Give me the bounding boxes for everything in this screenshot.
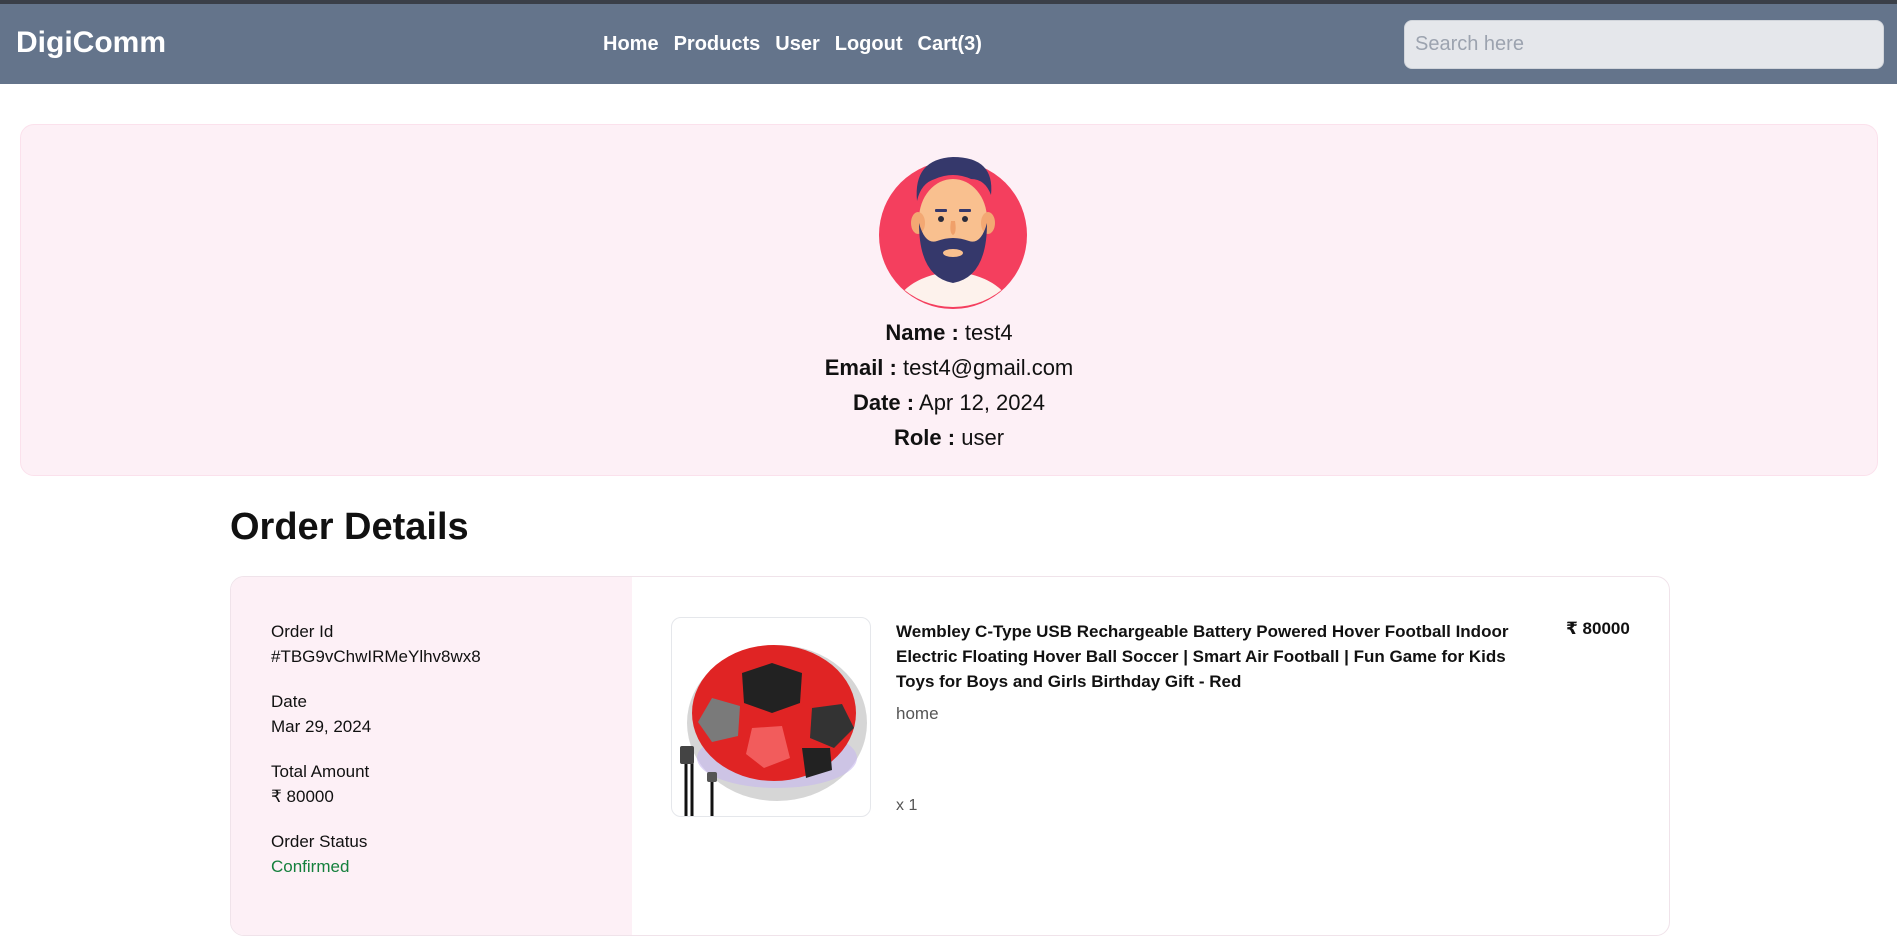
order-summary: Order Id #TBG9vChwIRMeYlhv8wx8 Date Mar … — [231, 577, 632, 935]
nav-link-home[interactable]: Home — [603, 33, 659, 56]
order-id-label: Order Id — [271, 622, 334, 641]
profile-date-row: Date : Apr 12, 2024 — [21, 385, 1877, 420]
profile-info: Name : test4 Email : test4@gmail.com Dat… — [21, 315, 1877, 455]
order-id-field: Order Id #TBG9vChwIRMeYlhv8wx8 — [271, 619, 481, 669]
profile-email-row: Email : test4@gmail.com — [21, 350, 1877, 385]
nav-link-cart[interactable]: Cart(3) — [918, 33, 982, 56]
nav-link-logout[interactable]: Logout — [835, 33, 903, 56]
order-total-value: ₹ 80000 — [271, 787, 334, 806]
profile-role-label: Role : — [893, 425, 956, 450]
order-total-field: Total Amount ₹ 80000 — [271, 759, 369, 809]
product-price: ₹ 80000 — [1566, 619, 1630, 638]
order-status-label: Order Status — [271, 832, 368, 851]
order-date-value: Mar 29, 2024 — [271, 717, 372, 736]
hover-football-icon — [680, 645, 867, 816]
product-title[interactable]: Wembley C-Type USB Rechargeable Battery … — [896, 619, 1536, 694]
profile-role: user — [961, 425, 1005, 450]
profile-email-label: Email : — [824, 355, 897, 380]
profile-name-row: Name : test4 — [21, 315, 1877, 350]
product-category: home — [896, 704, 939, 723]
profile-name: test4 — [964, 320, 1013, 345]
order-details-heading: Order Details — [230, 506, 469, 548]
profile-date: Apr 12, 2024 — [919, 390, 1045, 415]
order-date-label: Date — [271, 692, 307, 711]
nav-link-products[interactable]: Products — [674, 33, 761, 56]
product-quantity: x 1 — [896, 797, 918, 814]
nav-links: Home Products User Logout Cart(3) — [603, 33, 982, 56]
profile-date-label: Date : — [852, 390, 915, 415]
user-avatar — [879, 157, 1027, 309]
order-id-value: #TBG9vChwIRMeYlhv8wx8 — [271, 647, 481, 666]
brand-logo[interactable]: DigiComm — [16, 26, 166, 60]
product-image[interactable] — [671, 617, 871, 817]
order-status-value: Confirmed — [271, 857, 350, 876]
profile-role-row: Role : user — [21, 420, 1877, 455]
profile-name-label: Name : — [885, 320, 959, 345]
order-status-field: Order Status Confirmed — [271, 829, 367, 879]
navbar: DigiComm Home Products User Logout Cart(… — [0, 4, 1897, 84]
order-date-field: Date Mar 29, 2024 — [271, 689, 371, 739]
profile-email: test4@gmail.com — [902, 355, 1074, 380]
nav-link-user[interactable]: User — [775, 33, 819, 56]
search-input[interactable] — [1404, 20, 1884, 69]
profile-card: Name : test4 Email : test4@gmail.com Dat… — [20, 124, 1878, 476]
order-card: Order Id #TBG9vChwIRMeYlhv8wx8 Date Mar … — [230, 576, 1670, 936]
order-total-label: Total Amount — [271, 762, 370, 781]
